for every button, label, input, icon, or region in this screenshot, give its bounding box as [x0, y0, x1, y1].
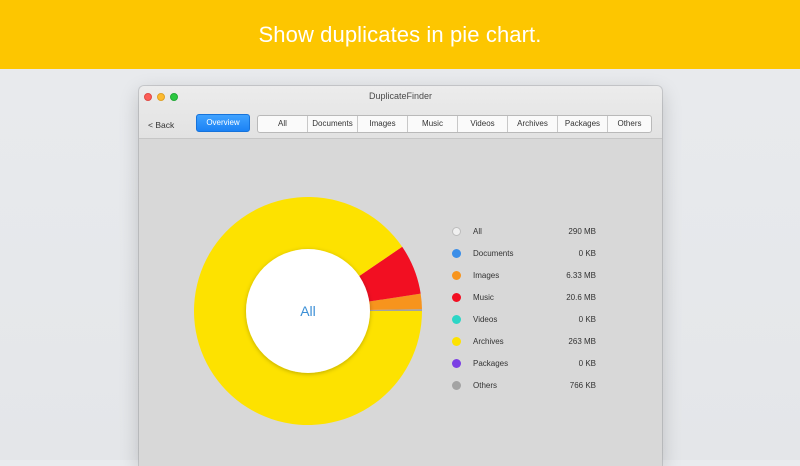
- legend-dot-packages: [452, 358, 461, 368]
- tab-videos[interactable]: Videos: [458, 116, 508, 132]
- legend-value: 6.33 MB: [566, 270, 596, 280]
- legend-label: Packages: [473, 358, 509, 368]
- legend-dot-images: [452, 270, 461, 280]
- legend-item-archives[interactable]: Archives 263 MB: [450, 330, 600, 352]
- promo-banner: Show duplicates in pie chart.: [0, 0, 800, 69]
- legend-item-others[interactable]: Others 766 KB: [450, 374, 600, 396]
- legend-value: 0 KB: [578, 314, 596, 324]
- legend-item-images[interactable]: Images 6.33 MB: [450, 264, 600, 286]
- legend-item-videos[interactable]: Videos 0 KB: [450, 308, 600, 330]
- legend-dot-videos: [452, 314, 461, 324]
- tab-all[interactable]: All: [258, 116, 308, 132]
- legend-label: Music: [473, 292, 494, 302]
- legend-value: 263 MB: [568, 336, 596, 346]
- tab-packages[interactable]: Packages: [558, 116, 608, 132]
- legend-value: 0 KB: [578, 358, 596, 368]
- legend-value: 0 KB: [578, 248, 596, 258]
- legend-dot-others: [452, 380, 461, 390]
- legend-dot-all: [452, 226, 461, 236]
- tab-archives[interactable]: Archives: [508, 116, 558, 132]
- duplicates-pie-chart: All: [194, 197, 422, 426]
- legend-dot-archives: [452, 336, 461, 346]
- back-button[interactable]: < Back: [148, 120, 174, 130]
- window-title: DuplicateFinder: [368, 91, 433, 101]
- title-bar: DuplicateFinder < Back Overview All Docu…: [139, 86, 662, 139]
- legend-label: Videos: [473, 314, 498, 324]
- tab-others[interactable]: Others: [608, 116, 651, 132]
- category-tabs: All Documents Images Music Videos Archiv…: [257, 115, 652, 133]
- legend-label: All: [473, 226, 482, 236]
- legend-item-packages[interactable]: Packages 0 KB: [450, 352, 600, 374]
- legend-label: Archives: [473, 336, 504, 346]
- legend-dot-music: [452, 292, 461, 302]
- legend-item-all[interactable]: All 290 MB: [450, 220, 600, 242]
- tab-images[interactable]: Images: [358, 116, 408, 132]
- tab-music[interactable]: Music: [408, 116, 458, 132]
- legend-value: 20.6 MB: [566, 292, 596, 302]
- legend-item-music[interactable]: Music 20.6 MB: [450, 286, 600, 308]
- legend-label: Others: [473, 380, 498, 390]
- chart-legend: All 290 MB Documents 0 KB Images 6.33 MB Music…: [450, 220, 600, 396]
- tab-documents[interactable]: Documents: [308, 116, 358, 132]
- legend-value: 766 KB: [569, 380, 596, 390]
- app-window: DuplicateFinder < Back Overview All Docu…: [139, 86, 662, 466]
- legend-value: 290 MB: [568, 226, 596, 236]
- overview-button[interactable]: Overview: [196, 114, 250, 132]
- legend-item-documents[interactable]: Documents 0 KB: [450, 242, 600, 264]
- pie-center-label: All: [300, 303, 316, 319]
- legend-dot-documents: [452, 248, 461, 258]
- legend-label: Images: [473, 270, 500, 280]
- banner-text: Show duplicates in pie chart.: [258, 21, 542, 47]
- legend-label: Documents: [473, 248, 514, 258]
